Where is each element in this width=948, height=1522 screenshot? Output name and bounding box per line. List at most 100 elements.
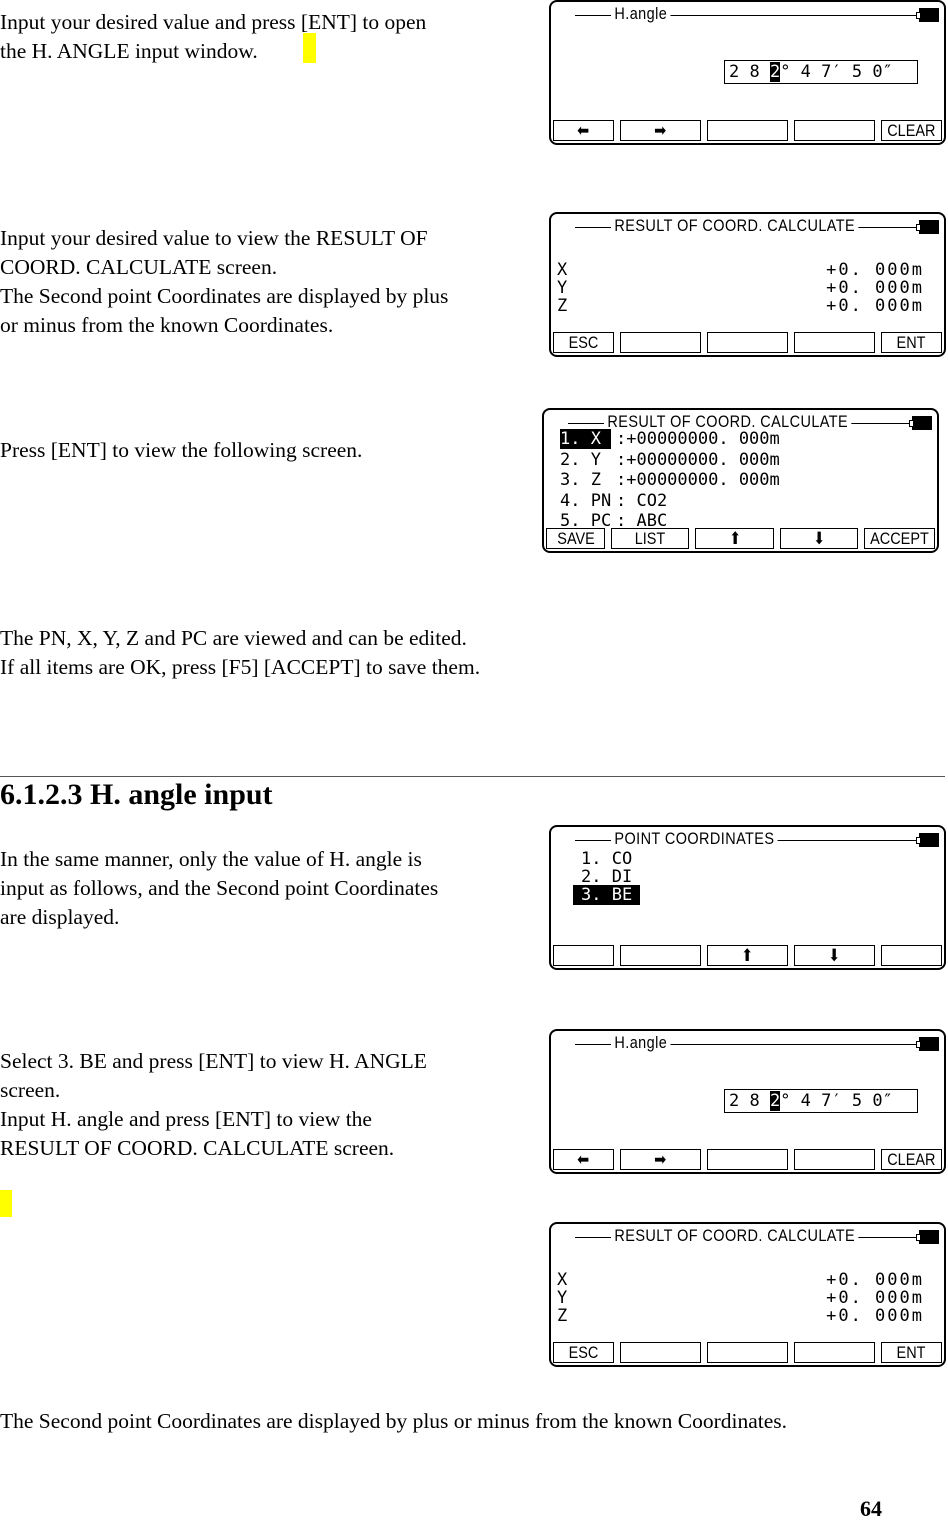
instruction-result-view: Input your desired value to view the RES… xyxy=(0,226,449,337)
softkey-arrow-up-icon[interactable]: ⬆ xyxy=(695,528,774,549)
softkey-arrow-left-icon[interactable]: ⬅ xyxy=(553,1149,615,1170)
arrow-up-icon: ⬆ xyxy=(741,946,754,965)
softkey-label: LIST xyxy=(635,529,666,548)
softkey-save[interactable]: SAVE xyxy=(546,528,606,549)
menu-item[interactable]: 1. CO xyxy=(573,849,640,869)
battery-icon xyxy=(916,833,939,847)
highlight-mark xyxy=(303,33,316,63)
softkey-empty[interactable] xyxy=(880,945,943,966)
softkey-label: CLEAR xyxy=(887,121,936,140)
softkey-arrow-down-icon[interactable]: ⬇ xyxy=(793,945,875,966)
softkey-arrow-right-icon[interactable]: ➡ xyxy=(620,120,702,141)
arrow-up-icon: ⬆ xyxy=(728,529,741,548)
softkey-label: ENT xyxy=(896,333,926,352)
highlight-mark xyxy=(0,1190,12,1217)
instruction-press-ent: Press [ENT] to view the following screen… xyxy=(0,438,363,462)
coord-label: X xyxy=(557,1270,568,1290)
angle-value-post: ° 4 7′ 5 0″ xyxy=(780,1091,893,1111)
softkey-bar: ⬆ ⬇ xyxy=(553,945,943,966)
coord-label: Y xyxy=(557,278,568,298)
softkey-arrow-right-icon[interactable]: ➡ xyxy=(620,1149,702,1170)
list-item-value: :+00000000. 000m xyxy=(616,470,780,490)
softkey-accept[interactable]: ACCEPT xyxy=(864,528,936,549)
coord-value: +0. 000m xyxy=(826,1270,924,1290)
softkey-bar: ⬅ ➡ CLEAR xyxy=(553,1149,943,1170)
lcd-screen-angle: H.angle 2 8 2° 4 7′ 5 0″ ⬅ ➡ CLEAR xyxy=(549,1029,946,1174)
angle-cursor-digit: 2 xyxy=(769,62,781,82)
screen-title: RESULT OF COORD. CALCULATE xyxy=(611,1226,859,1246)
angle-value-post: ° 4 7′ 5 0″ xyxy=(780,62,893,82)
arrow-down-icon: ⬇ xyxy=(828,946,841,965)
instruction-second-point: The Second point Coordinates are display… xyxy=(0,1409,788,1433)
softkey-empty[interactable] xyxy=(620,945,702,966)
screen-title: H.angle xyxy=(611,4,671,24)
softkey-empty[interactable] xyxy=(793,332,875,353)
arrow-right-icon: ➡ xyxy=(654,1150,667,1169)
coord-value: +0. 000m xyxy=(826,278,924,298)
coord-label: Y xyxy=(557,1288,568,1308)
coord-value: +0. 000m xyxy=(826,1288,924,1308)
hangle-input[interactable]: 2 8 2° 4 7′ 5 0″ xyxy=(724,60,918,84)
lcd-screen-angle: H.angle 2 8 2° 4 7′ 5 0″ ⬅ ➡ CLEAR xyxy=(549,0,946,145)
lcd-screen-list: RESULT OF COORD. CALCULATE 1. X :+0000000… xyxy=(542,408,939,553)
softkey-ent[interactable]: ENT xyxy=(880,1342,943,1363)
softkey-label: SAVE xyxy=(556,529,595,548)
softkey-esc[interactable]: ESC xyxy=(553,332,615,353)
softkey-list[interactable]: LIST xyxy=(611,528,690,549)
battery-icon xyxy=(909,416,932,430)
lcd-screen-menu: POINT COORDINATES 1. CO 2. DI 3. BE ⬆ ⬇ xyxy=(549,825,946,970)
softkey-empty[interactable] xyxy=(793,120,875,141)
instruction-select-be: Select 3. BE and press [ENT] to view H. … xyxy=(0,1049,427,1160)
softkey-ent[interactable]: ENT xyxy=(880,332,943,353)
softkey-label: ESC xyxy=(568,333,599,352)
softkey-arrow-left-icon[interactable]: ⬅ xyxy=(553,120,615,141)
softkey-empty[interactable] xyxy=(707,1342,788,1363)
menu-item[interactable]: 3. BE xyxy=(573,885,641,905)
softkey-clear[interactable]: CLEAR xyxy=(880,1149,943,1170)
softkey-arrow-up-icon[interactable]: ⬆ xyxy=(707,945,788,966)
softkey-bar: ESC ENT xyxy=(553,332,943,353)
section-heading: 6.1.2.3 H. angle input xyxy=(0,778,273,811)
lcd-screen-xyz: RESULT OF COORD. CALCULATE X +0. 000m Y +0. … xyxy=(549,212,946,357)
list-item-label[interactable]: 3. Z xyxy=(560,470,611,490)
list-item-label[interactable]: 2. Y xyxy=(560,450,611,470)
list-item-value: :+00000000. 000m xyxy=(616,429,780,449)
menu-item[interactable]: 2. DI xyxy=(573,867,640,887)
softkey-empty[interactable] xyxy=(707,1149,788,1170)
instruction-same-manner: In the same manner, only the value of H.… xyxy=(0,847,439,929)
page-number: 64 xyxy=(860,1496,882,1521)
softkey-arrow-down-icon[interactable]: ⬇ xyxy=(779,528,859,549)
softkey-bar: SAVE LIST ⬆ ⬇ ACCEPT xyxy=(546,528,936,549)
hangle-input[interactable]: 2 8 2° 4 7′ 5 0″ xyxy=(724,1089,918,1113)
softkey-clear[interactable]: CLEAR xyxy=(880,120,943,141)
softkey-empty[interactable] xyxy=(793,1149,875,1170)
softkey-empty[interactable] xyxy=(707,120,788,141)
angle-value-pre: 2 8 xyxy=(729,1091,770,1111)
screen-title: POINT COORDINATES xyxy=(611,829,778,849)
list-item-label[interactable]: 1. X xyxy=(560,429,612,449)
battery-icon xyxy=(916,1037,939,1051)
softkey-bar: ESC ENT xyxy=(553,1342,943,1363)
softkey-empty[interactable] xyxy=(620,1342,702,1363)
list-item-label[interactable]: 4. PN xyxy=(560,491,611,511)
softkey-esc[interactable]: ESC xyxy=(553,1342,615,1363)
coord-label: X xyxy=(557,260,568,280)
screen-title: RESULT OF COORD. CALCULATE xyxy=(611,216,859,236)
screen-title: H.angle xyxy=(611,1033,671,1053)
softkey-empty[interactable] xyxy=(620,332,702,353)
softkey-bar: ⬅ ➡ CLEAR xyxy=(553,120,943,141)
arrow-left-icon: ⬅ xyxy=(577,1150,590,1169)
softkey-empty[interactable] xyxy=(553,945,615,966)
instruction-open-hangle: Input your desired value and press [ENT]… xyxy=(0,10,427,63)
section-divider xyxy=(0,776,945,777)
arrow-right-icon: ➡ xyxy=(654,121,667,140)
softkey-empty[interactable] xyxy=(707,332,788,353)
battery-icon xyxy=(916,1230,939,1244)
lcd-screen-xyz: RESULT OF COORD. CALCULATE X +0. 000m Y +0. … xyxy=(549,1222,946,1367)
coord-label: Z xyxy=(557,1306,568,1326)
instruction-accept: The PN, X, Y, Z and PC are viewed and ca… xyxy=(0,626,481,679)
softkey-empty[interactable] xyxy=(793,1342,875,1363)
battery-icon xyxy=(916,220,939,234)
softkey-label: ACCEPT xyxy=(870,529,929,548)
coord-label: Z xyxy=(557,296,568,316)
